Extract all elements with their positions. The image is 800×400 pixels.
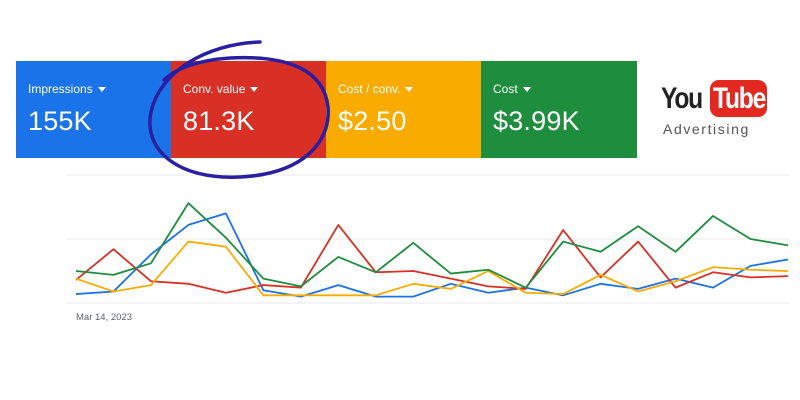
caret-down-icon[interactable] <box>97 87 106 92</box>
youtube-advertising-logo: You Tube Advertising <box>655 78 775 140</box>
metric-label-impressions: Impressions <box>28 82 93 96</box>
metric-card-conv-value[interactable]: Conv. value 81.3K <box>171 61 326 158</box>
x-axis-start-date: Mar 14, 2023 <box>76 312 132 323</box>
metric-label-cost-per-conv: Cost / conv. <box>338 82 401 96</box>
metric-label-row[interactable]: Conv. value <box>183 82 259 96</box>
logo-tube-text: Tube <box>713 82 766 115</box>
metric-cards: Impressions 155K Conv. value 81.3K Cost … <box>16 61 637 158</box>
metric-card-impressions[interactable]: Impressions 155K <box>16 61 171 158</box>
metric-value-cost: $3.99K <box>493 106 580 136</box>
caret-down-icon[interactable] <box>405 87 414 92</box>
metric-label-row[interactable]: Cost / conv. <box>338 82 414 96</box>
caret-down-icon[interactable] <box>250 87 259 92</box>
metric-label-conv-value: Conv. value <box>183 82 246 96</box>
series-line-2 <box>75 240 789 297</box>
metric-value-conv-value: 81.3K <box>183 106 255 136</box>
performance-line-chart <box>66 174 790 304</box>
caret-down-icon[interactable] <box>522 87 531 92</box>
logo-subtitle: Advertising <box>663 121 750 137</box>
metric-value-cost-per-conv: $2.50 <box>338 106 407 136</box>
metric-label-cost: Cost <box>493 82 518 96</box>
metric-value-impressions: 155K <box>28 106 92 136</box>
metric-card-cost[interactable]: Cost $3.99K <box>481 61 637 158</box>
metric-card-cost-per-conv[interactable]: Cost / conv. $2.50 <box>326 61 481 158</box>
logo-you-text: You <box>661 82 703 115</box>
metric-label-row[interactable]: Impressions <box>28 82 106 96</box>
metric-label-row[interactable]: Cost <box>493 82 531 96</box>
